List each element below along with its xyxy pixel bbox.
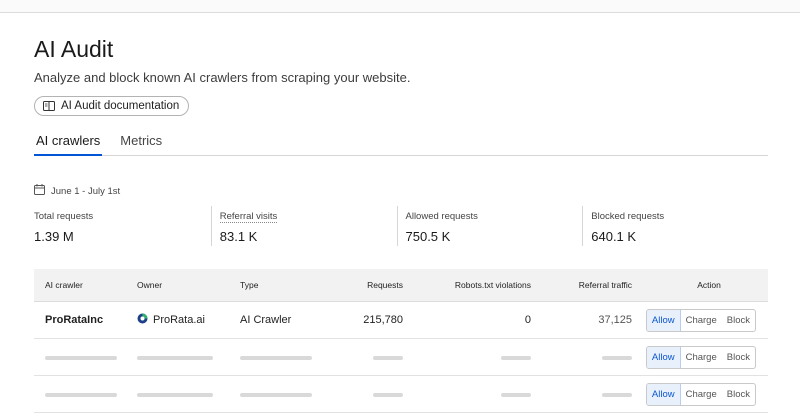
stat-blocked-requests: Blocked requests 640.1 K [582, 206, 768, 246]
col-owner[interactable]: Owner [137, 280, 240, 290]
charge-button[interactable]: Charge [681, 384, 722, 405]
prorata-logo-icon [137, 313, 148, 327]
stat-value: 750.5 K [405, 229, 451, 244]
col-ai-crawler[interactable]: AI crawler [34, 280, 137, 290]
block-button[interactable]: Block [722, 347, 755, 368]
stats-summary: Total requests 1.39 M Referral visits 83… [34, 206, 768, 246]
allow-button[interactable]: Allow [646, 346, 681, 368]
placeholder-bar [602, 356, 632, 360]
crawler-name: ProRataInc [45, 314, 104, 326]
action-cell: Allow Charge Block [632, 308, 768, 332]
documentation-button[interactable]: AI Audit documentation [34, 96, 190, 116]
owner-cell: ProRata.ai [137, 313, 240, 327]
placeholder-bar [602, 393, 632, 397]
placeholder-bar [137, 356, 213, 360]
top-bar [0, 0, 800, 13]
book-icon [43, 101, 55, 111]
ai-crawlers-table: AI crawler Owner Type Requests Robots.tx… [34, 269, 768, 413]
stat-allowed-requests: Allowed requests 750.5 K [396, 206, 583, 246]
stat-total-requests: Total requests 1.39 M [34, 206, 211, 246]
stat-value: 640.1 K [591, 229, 637, 244]
charge-button[interactable]: Charge [681, 310, 722, 331]
block-button[interactable]: Block [722, 384, 755, 405]
owner-name: ProRata.ai [153, 314, 205, 326]
tab-ai-crawlers[interactable]: AI crawlers [34, 128, 103, 156]
action-toggle: Allow Charge Block [645, 345, 756, 369]
robots-violations-value: 0 [524, 314, 531, 326]
charge-button[interactable]: Charge [681, 347, 722, 368]
allow-button[interactable]: Allow [646, 309, 681, 331]
allow-button[interactable]: Allow [646, 383, 681, 405]
action-toggle: Allow Charge Block [645, 308, 756, 332]
page-title: AI Audit [34, 36, 114, 62]
requests-value: 215,780 [363, 314, 403, 326]
placeholder-bar [501, 393, 531, 397]
placeholder-bar [501, 356, 531, 360]
stat-label[interactable]: Referral visits [219, 211, 278, 223]
col-referral-traffic[interactable]: Referral traffic [531, 280, 632, 290]
placeholder-bar [240, 356, 312, 360]
placeholder-bar [45, 356, 117, 360]
stat-label: Blocked requests [591, 211, 665, 222]
documentation-button-label: AI Audit documentation [61, 100, 180, 112]
placeholder-bar [45, 393, 117, 397]
table-row: ProRataInc ProRata.ai AI Crawler 215,780… [34, 302, 768, 339]
col-requests[interactable]: Requests [335, 280, 403, 290]
col-action: Action [697, 280, 721, 290]
action-toggle: Allow Charge Block [645, 382, 756, 406]
tab-metrics[interactable]: Metrics [118, 128, 164, 156]
date-range-label: June 1 - July 1st [51, 185, 121, 197]
tab-bar: AI crawlers Metrics [34, 128, 768, 156]
action-cell: Allow Charge Block [632, 382, 768, 406]
stat-label: Total requests [34, 211, 94, 222]
crawler-type: AI Crawler [240, 314, 292, 326]
col-robots-violations[interactable]: Robots.txt violations [403, 280, 531, 290]
col-type[interactable]: Type [240, 280, 335, 290]
placeholder-bar [373, 393, 403, 397]
page-subtitle: Analyze and block known AI crawlers from… [34, 70, 411, 85]
block-button[interactable]: Block [722, 310, 755, 331]
stat-value: 1.39 M [34, 229, 74, 244]
action-cell: Allow Charge Block [632, 345, 768, 369]
placeholder-bar [137, 393, 213, 397]
placeholder-bar [373, 356, 403, 360]
date-range-picker[interactable]: June 1 - July 1st [34, 184, 120, 198]
table-row-placeholder: Allow Charge Block [34, 376, 768, 413]
stat-value: 83.1 K [219, 229, 258, 244]
table-row-placeholder: Allow Charge Block [34, 339, 768, 376]
placeholder-bar [240, 393, 312, 397]
referral-traffic-value: 37,125 [598, 314, 632, 326]
stat-label: Allowed requests [405, 211, 478, 222]
stat-referral-visits: Referral visits 83.1 K [210, 206, 397, 246]
table-header: AI crawler Owner Type Requests Robots.tx… [34, 269, 768, 302]
calendar-icon [34, 184, 45, 198]
